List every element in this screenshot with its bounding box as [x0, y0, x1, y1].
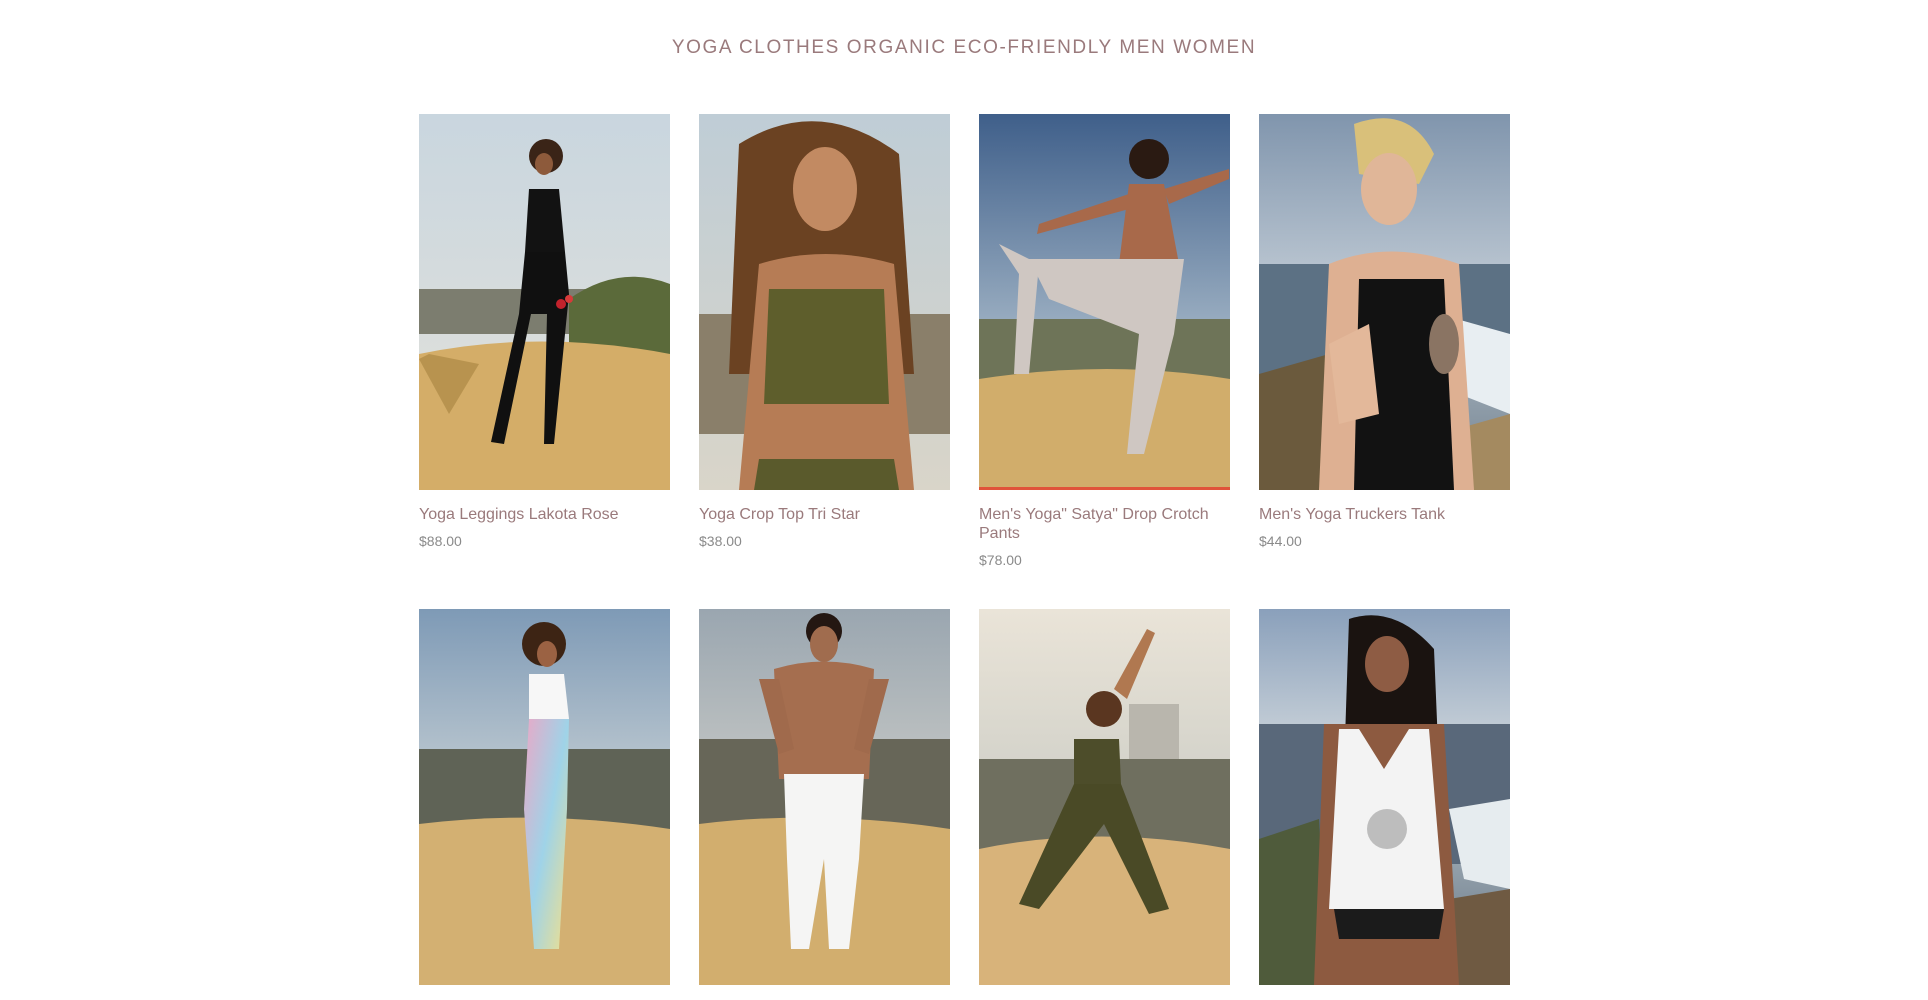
product-grid: Yoga Leggings Lakota Rose $88.00 Yoga Cr… — [419, 114, 1510, 1000]
product-card[interactable] — [979, 609, 1230, 1000]
product-card[interactable] — [1259, 609, 1510, 1000]
product-image[interactable] — [979, 114, 1230, 490]
product-price: $44.00 — [1259, 533, 1302, 549]
product-card[interactable]: Men's Yoga Truckers Tank $44.00 — [1259, 114, 1510, 609]
product-card[interactable] — [699, 609, 950, 1000]
product-card[interactable]: Men's Yoga" Satya" Drop Crotch Pants $78… — [979, 114, 1230, 609]
product-price: $78.00 — [979, 552, 1022, 568]
product-name[interactable]: Men's Yoga" Satya" Drop Crotch Pants — [979, 505, 1230, 543]
page-title: YOGA CLOTHES ORGANIC ECO-FRIENDLY MEN WO… — [671, 37, 1257, 58]
product-image[interactable] — [419, 114, 670, 490]
product-card[interactable] — [419, 609, 670, 1000]
product-image[interactable] — [699, 609, 950, 985]
product-price: $38.00 — [699, 533, 742, 549]
product-name[interactable]: Yoga Leggings Lakota Rose — [419, 505, 670, 524]
product-image[interactable] — [419, 609, 670, 985]
product-card[interactable]: Yoga Leggings Lakota Rose $88.00 — [419, 114, 670, 609]
product-image[interactable] — [1259, 609, 1510, 985]
product-image[interactable] — [1259, 114, 1510, 490]
product-name[interactable]: Yoga Crop Top Tri Star — [699, 505, 950, 524]
product-price: $88.00 — [419, 533, 462, 549]
product-image[interactable] — [979, 609, 1230, 985]
product-image[interactable] — [699, 114, 950, 490]
product-card[interactable]: Yoga Crop Top Tri Star $38.00 — [699, 114, 950, 609]
product-name[interactable]: Men's Yoga Truckers Tank — [1259, 505, 1510, 524]
